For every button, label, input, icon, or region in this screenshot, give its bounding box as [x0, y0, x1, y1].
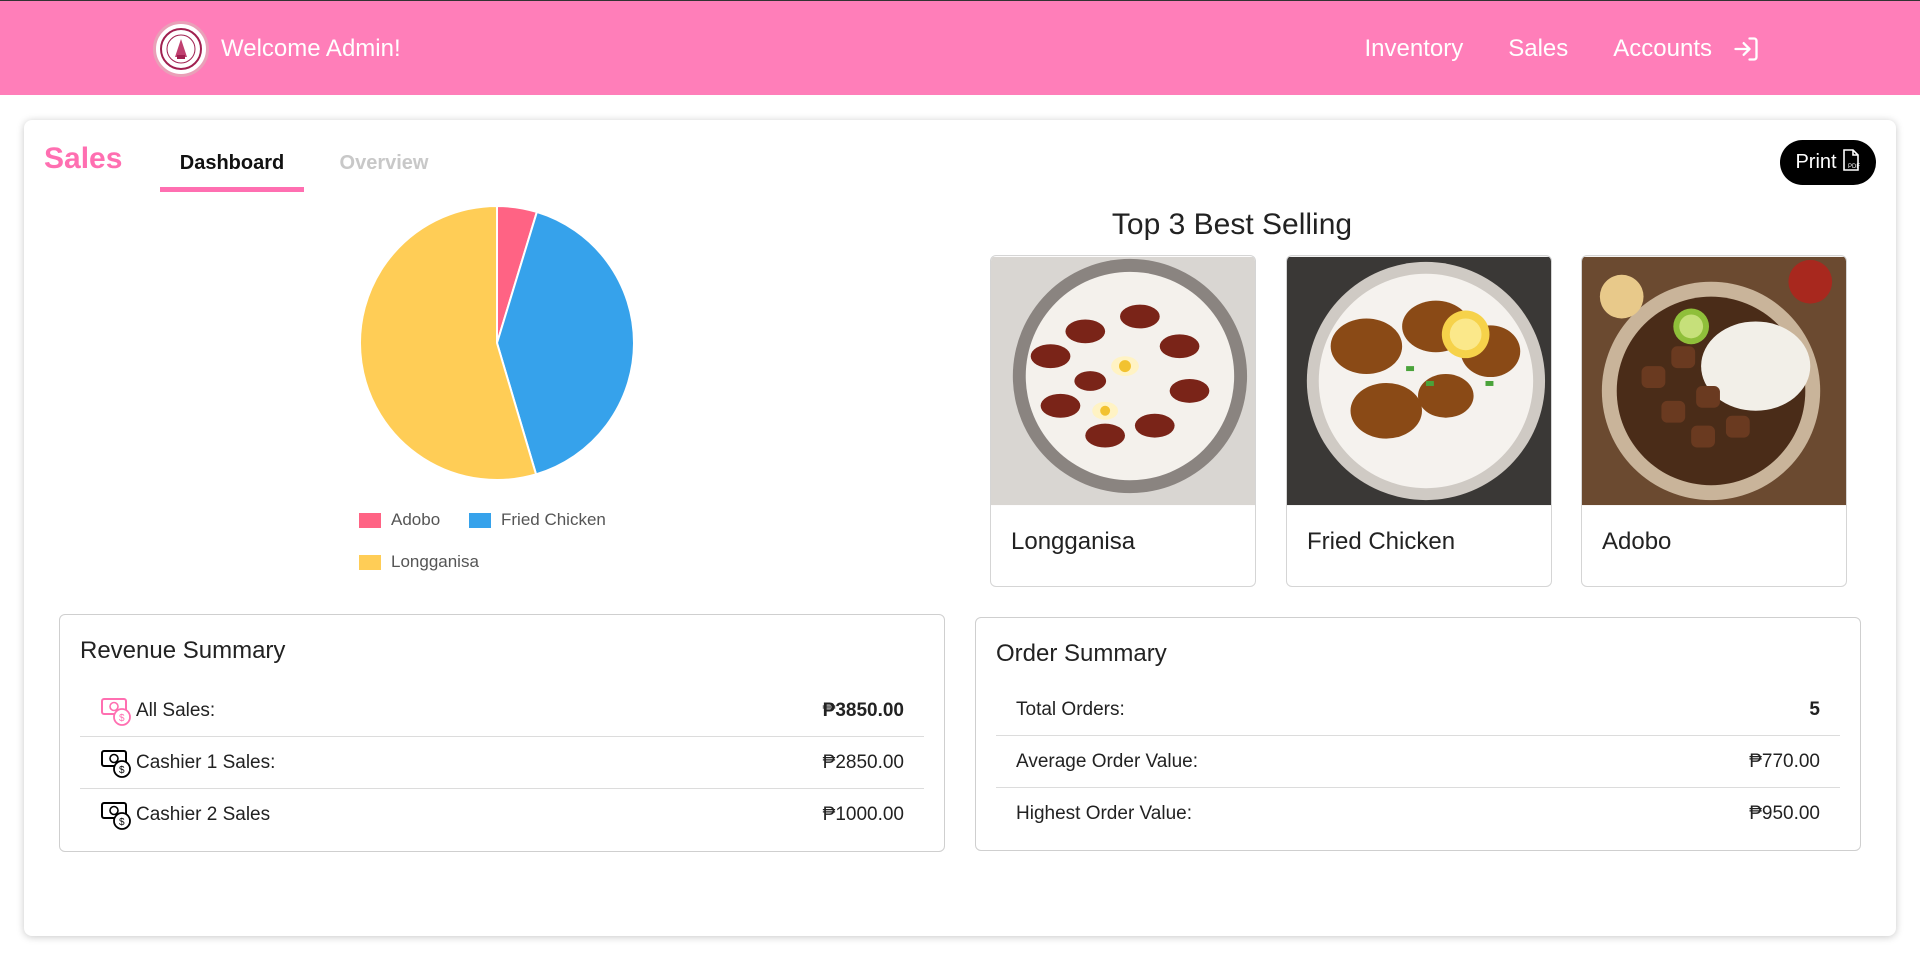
legend-swatch-longganisa	[359, 554, 381, 570]
revenue-summary-title: Revenue Summary	[80, 637, 286, 664]
money-icon: $	[101, 697, 131, 726]
row-label: Cashier 2 Sales	[136, 804, 271, 825]
legend-item-fried-chicken[interactable]: Fried Chicken	[469, 510, 606, 530]
brand: Welcome Admin!	[153, 21, 401, 77]
row-value: ₱2850.00	[822, 751, 904, 773]
row-label: All Sales:	[136, 699, 216, 721]
legend-item-adobo[interactable]: Adobo	[359, 510, 440, 530]
order-summary-panel: Order Summary Total Orders: 5 Average Or…	[975, 617, 1861, 851]
money-icon: $	[101, 749, 131, 778]
food-card-fried-chicken[interactable]: Fried Chicken	[1286, 255, 1552, 587]
row-value: ₱770.00	[1749, 750, 1820, 772]
print-label: Print	[1795, 151, 1837, 173]
svg-text:$: $	[119, 817, 125, 828]
longganisa-image	[991, 256, 1255, 506]
revenue-summary-panel: Revenue Summary $ All Sales: ₱3850.00 $ …	[59, 614, 945, 852]
nav-inventory-link[interactable]: Inventory	[1365, 35, 1464, 63]
food-card-longganisa[interactable]: Longganisa	[990, 255, 1256, 587]
legend-swatch-fried-chicken	[469, 512, 491, 528]
food-name: Fried Chicken	[1307, 528, 1456, 555]
legend-label: Longganisa	[391, 552, 479, 571]
nav-links: Inventory Sales Accounts	[1320, 35, 1760, 63]
row-label: Cashier 1 Sales:	[136, 751, 276, 773]
food-card-adobo[interactable]: Adobo	[1581, 255, 1847, 587]
tab-dashboard[interactable]: Dashboard	[160, 152, 304, 192]
sales-card: Sales Dashboard Overview Print PDF Adobo…	[24, 120, 1896, 936]
food-name: Longganisa	[1011, 528, 1136, 555]
tab-overview[interactable]: Overview	[324, 152, 444, 175]
best-selling-title: Top 3 Best Selling	[1111, 208, 1353, 241]
row-label: Total Orders:	[1016, 698, 1125, 720]
order-row-highest: Highest Order Value: ₱950.00	[996, 788, 1840, 840]
legend-label: Fried Chicken	[501, 510, 606, 529]
revenue-row-all-sales: $ All Sales: ₱3850.00	[80, 685, 924, 737]
revenue-row-cashier-1: $ Cashier 1 Sales: ₱2850.00	[80, 737, 924, 789]
top-navbar: Welcome Admin! Inventory Sales Accounts	[0, 0, 1920, 95]
order-row-average: Average Order Value: ₱770.00	[996, 736, 1840, 788]
row-label: Average Order Value:	[1016, 750, 1199, 772]
row-value: ₱1000.00	[822, 804, 904, 825]
legend-swatch-adobo	[359, 512, 381, 528]
row-value: ₱3850.00	[822, 699, 904, 721]
row-label: Highest Order Value:	[1016, 803, 1193, 824]
legend-item-longganisa[interactable]: Longganisa	[359, 552, 479, 572]
money-icon: $	[101, 802, 131, 830]
svg-text:PDF: PDF	[1848, 164, 1860, 170]
row-value: ₱950.00	[1749, 803, 1820, 824]
print-pdf-button[interactable]: Print PDF	[1780, 140, 1876, 185]
revenue-row-cashier-2: $ Cashier 2 Sales ₱1000.00	[80, 789, 924, 841]
food-name: Adobo	[1602, 528, 1672, 555]
nav-sales-link[interactable]: Sales	[1508, 35, 1568, 63]
adobo-image	[1582, 256, 1846, 506]
order-row-total: Total Orders: 5	[996, 684, 1840, 736]
school-logo	[153, 21, 209, 77]
row-value: 5	[1809, 698, 1820, 720]
legend-label: Adobo	[391, 510, 441, 529]
svg-text:$: $	[119, 713, 125, 724]
logout-icon[interactable]	[1732, 35, 1760, 63]
page-title: Sales	[44, 142, 123, 175]
order-summary-title: Order Summary	[996, 640, 1167, 667]
pdf-file-icon: PDF	[1837, 148, 1861, 178]
svg-text:$: $	[119, 765, 125, 776]
sales-pie-chart[interactable]	[357, 203, 637, 483]
welcome-text: Welcome Admin!	[221, 35, 401, 62]
fried-chicken-image	[1287, 256, 1551, 506]
nav-accounts-link[interactable]: Accounts	[1613, 35, 1712, 63]
